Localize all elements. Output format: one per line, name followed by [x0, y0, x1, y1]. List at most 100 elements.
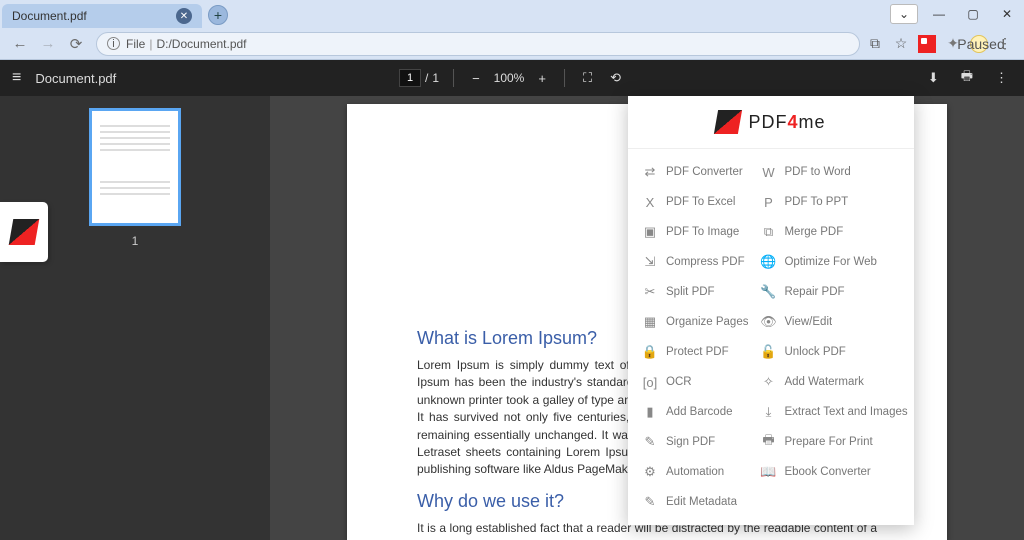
tool-icon: [o] [642, 374, 658, 390]
tool-icon: ⤓ [760, 404, 776, 420]
tool-label: PDF Converter [666, 166, 743, 178]
popup-item[interactable]: 🖶Prepare For Print [756, 427, 911, 457]
tool-icon: P [760, 194, 776, 210]
tool-label: Compress PDF [666, 256, 745, 268]
tool-icon: ⇄ [642, 164, 658, 180]
tool-icon: ✂ [642, 284, 658, 300]
rotate-icon[interactable]: ⟲ [606, 68, 625, 88]
tool-icon: 🖶 [760, 434, 776, 450]
minimize-button[interactable]: — [922, 0, 956, 28]
back-button[interactable]: ← [6, 30, 34, 58]
more-menu-icon[interactable]: ⋮ [996, 35, 1014, 53]
pdf-viewer: 1 What is Lorem Ipsum? Lorem Ipsum is si… [0, 96, 1024, 540]
print-icon[interactable]: 🖶 [957, 65, 977, 91]
info-icon: i [107, 37, 120, 50]
bookmark-icon[interactable]: ☆ [892, 35, 910, 53]
tool-icon: 🌐 [760, 254, 776, 270]
popup-item[interactable]: PPDF To PPT [756, 187, 911, 217]
tool-label: Edit Metadata [666, 496, 737, 508]
popup-item[interactable]: ✧ Add Watermark [756, 367, 911, 397]
zoom-out-button[interactable]: − [468, 69, 484, 88]
tool-icon: 📖 [760, 464, 776, 480]
tool-label: Protect PDF [666, 346, 729, 358]
tool-label: PDF to Word [784, 166, 850, 178]
tool-icon: 🔓 [760, 344, 776, 360]
tool-icon: ✎ [642, 494, 658, 510]
popup-item[interactable]: 🔓 Unlock PDF [756, 337, 911, 367]
maximize-button[interactable]: ▢ [956, 0, 990, 28]
sidebar-toggle-icon[interactable]: ≡ [12, 69, 21, 87]
tool-icon: ▮ [642, 404, 658, 420]
popup-item[interactable]: W PDF to Word [756, 157, 911, 187]
tool-label: Sign PDF [666, 436, 715, 448]
popup-item[interactable]: ✎ Edit Metadata [638, 487, 752, 517]
tool-label: Repair PDF [784, 286, 844, 298]
fit-page-icon[interactable]: ⛶ [579, 68, 596, 88]
tool-icon: ✧ [760, 374, 776, 390]
tool-label: Organize Pages [666, 316, 748, 328]
popup-item[interactable]: 🌐 Optimize For Web [756, 247, 911, 277]
popup-item[interactable]: ▦ Organize Pages [638, 307, 752, 337]
popup-item[interactable]: 🔒 Protect PDF [638, 337, 752, 367]
popup-item[interactable]: ⇄ PDF Converter [638, 157, 752, 187]
tool-label: Split PDF [666, 286, 715, 298]
tool-label: Automation [666, 466, 724, 478]
tool-label: Add Watermark [784, 376, 863, 388]
profile-paused-badge[interactable]: Paused [970, 35, 988, 53]
chevron-down-icon[interactable]: ⌄ [890, 4, 918, 24]
new-tab-button[interactable]: + [208, 5, 228, 25]
tool-icon: 👁 [760, 314, 776, 330]
browser-tab[interactable]: Document.pdf ✕ [2, 4, 202, 28]
page-thumbnail[interactable] [89, 108, 181, 226]
forward-button[interactable]: → [34, 30, 62, 58]
tool-icon: ⇲ [642, 254, 658, 270]
install-icon[interactable]: ⧉ [866, 35, 884, 53]
tool-icon: 🔒 [642, 344, 658, 360]
tool-label: Unlock PDF [784, 346, 845, 358]
tool-label: PDF To Image [666, 226, 739, 238]
popup-item[interactable]: ✂ Split PDF [638, 277, 752, 307]
tool-label: Optimize For Web [784, 256, 876, 268]
tool-icon: W [760, 164, 776, 180]
popup-item[interactable]: ⇲ Compress PDF [638, 247, 752, 277]
download-icon[interactable]: ⬇ [924, 68, 943, 88]
popup-item[interactable]: ⤓Extract Text and Images [756, 397, 911, 427]
popup-header: PDF4me [628, 96, 914, 149]
popup-item[interactable]: 📖Ebook Converter [756, 457, 911, 487]
popup-item[interactable]: ✎Sign PDF [638, 427, 752, 457]
popup-item[interactable]: ▣PDF To Image [638, 217, 752, 247]
popup-item[interactable]: ▮Add Barcode [638, 397, 752, 427]
close-button[interactable]: ✕ [990, 0, 1024, 28]
zoom-in-button[interactable]: + [534, 69, 550, 88]
more-actions-icon[interactable]: ⋮ [991, 68, 1012, 88]
zoom-level: 100% [494, 71, 525, 85]
popup-item[interactable]: 👁 View/Edit [756, 307, 911, 337]
address-actions: ⧉ ☆ ✦ Paused ⋮ [866, 35, 1018, 53]
reload-button[interactable]: ⟳ [62, 30, 90, 58]
popup-item[interactable]: XPDF To Excel [638, 187, 752, 217]
page-total: 1 [432, 71, 439, 85]
popup-item[interactable]: 🔧Repair PDF [756, 277, 911, 307]
tool-label: Merge PDF [784, 226, 843, 238]
window-controls: ⌄ — ▢ ✕ [890, 0, 1024, 28]
tab-close-icon[interactable]: ✕ [176, 8, 192, 24]
url-input[interactable]: i File | D:/Document.pdf [96, 32, 860, 56]
pdf4me-side-tab[interactable] [0, 202, 48, 262]
pdf4me-popup: PDF4me ⇄ PDF Converter W PDF to Word XPDF To… [628, 96, 914, 525]
tab-title: Document.pdf [12, 9, 87, 23]
tool-label: OCR [666, 376, 692, 388]
popup-item[interactable]: ⚙ Automation [638, 457, 752, 487]
popup-item[interactable]: ⧉ Merge PDF [756, 217, 911, 247]
page-current-input[interactable] [399, 69, 421, 87]
popup-menu: ⇄PDF ConverterWPDF to WordXPDF To ExcelP… [628, 149, 914, 525]
titlebar-spacer [228, 0, 890, 28]
tool-icon: ⧉ [760, 224, 776, 240]
pdf4me-mark-icon [714, 110, 742, 134]
tool-icon: ⚙ [642, 464, 658, 480]
tool-icon: ▦ [642, 314, 658, 330]
pdf4me-extension-icon[interactable] [918, 35, 936, 53]
tool-label: View/Edit [784, 316, 832, 328]
popup-item[interactable]: [o] OCR [638, 367, 752, 397]
pdf4me-logo: PDF4me [716, 110, 825, 134]
url-prefix: File [126, 37, 145, 51]
